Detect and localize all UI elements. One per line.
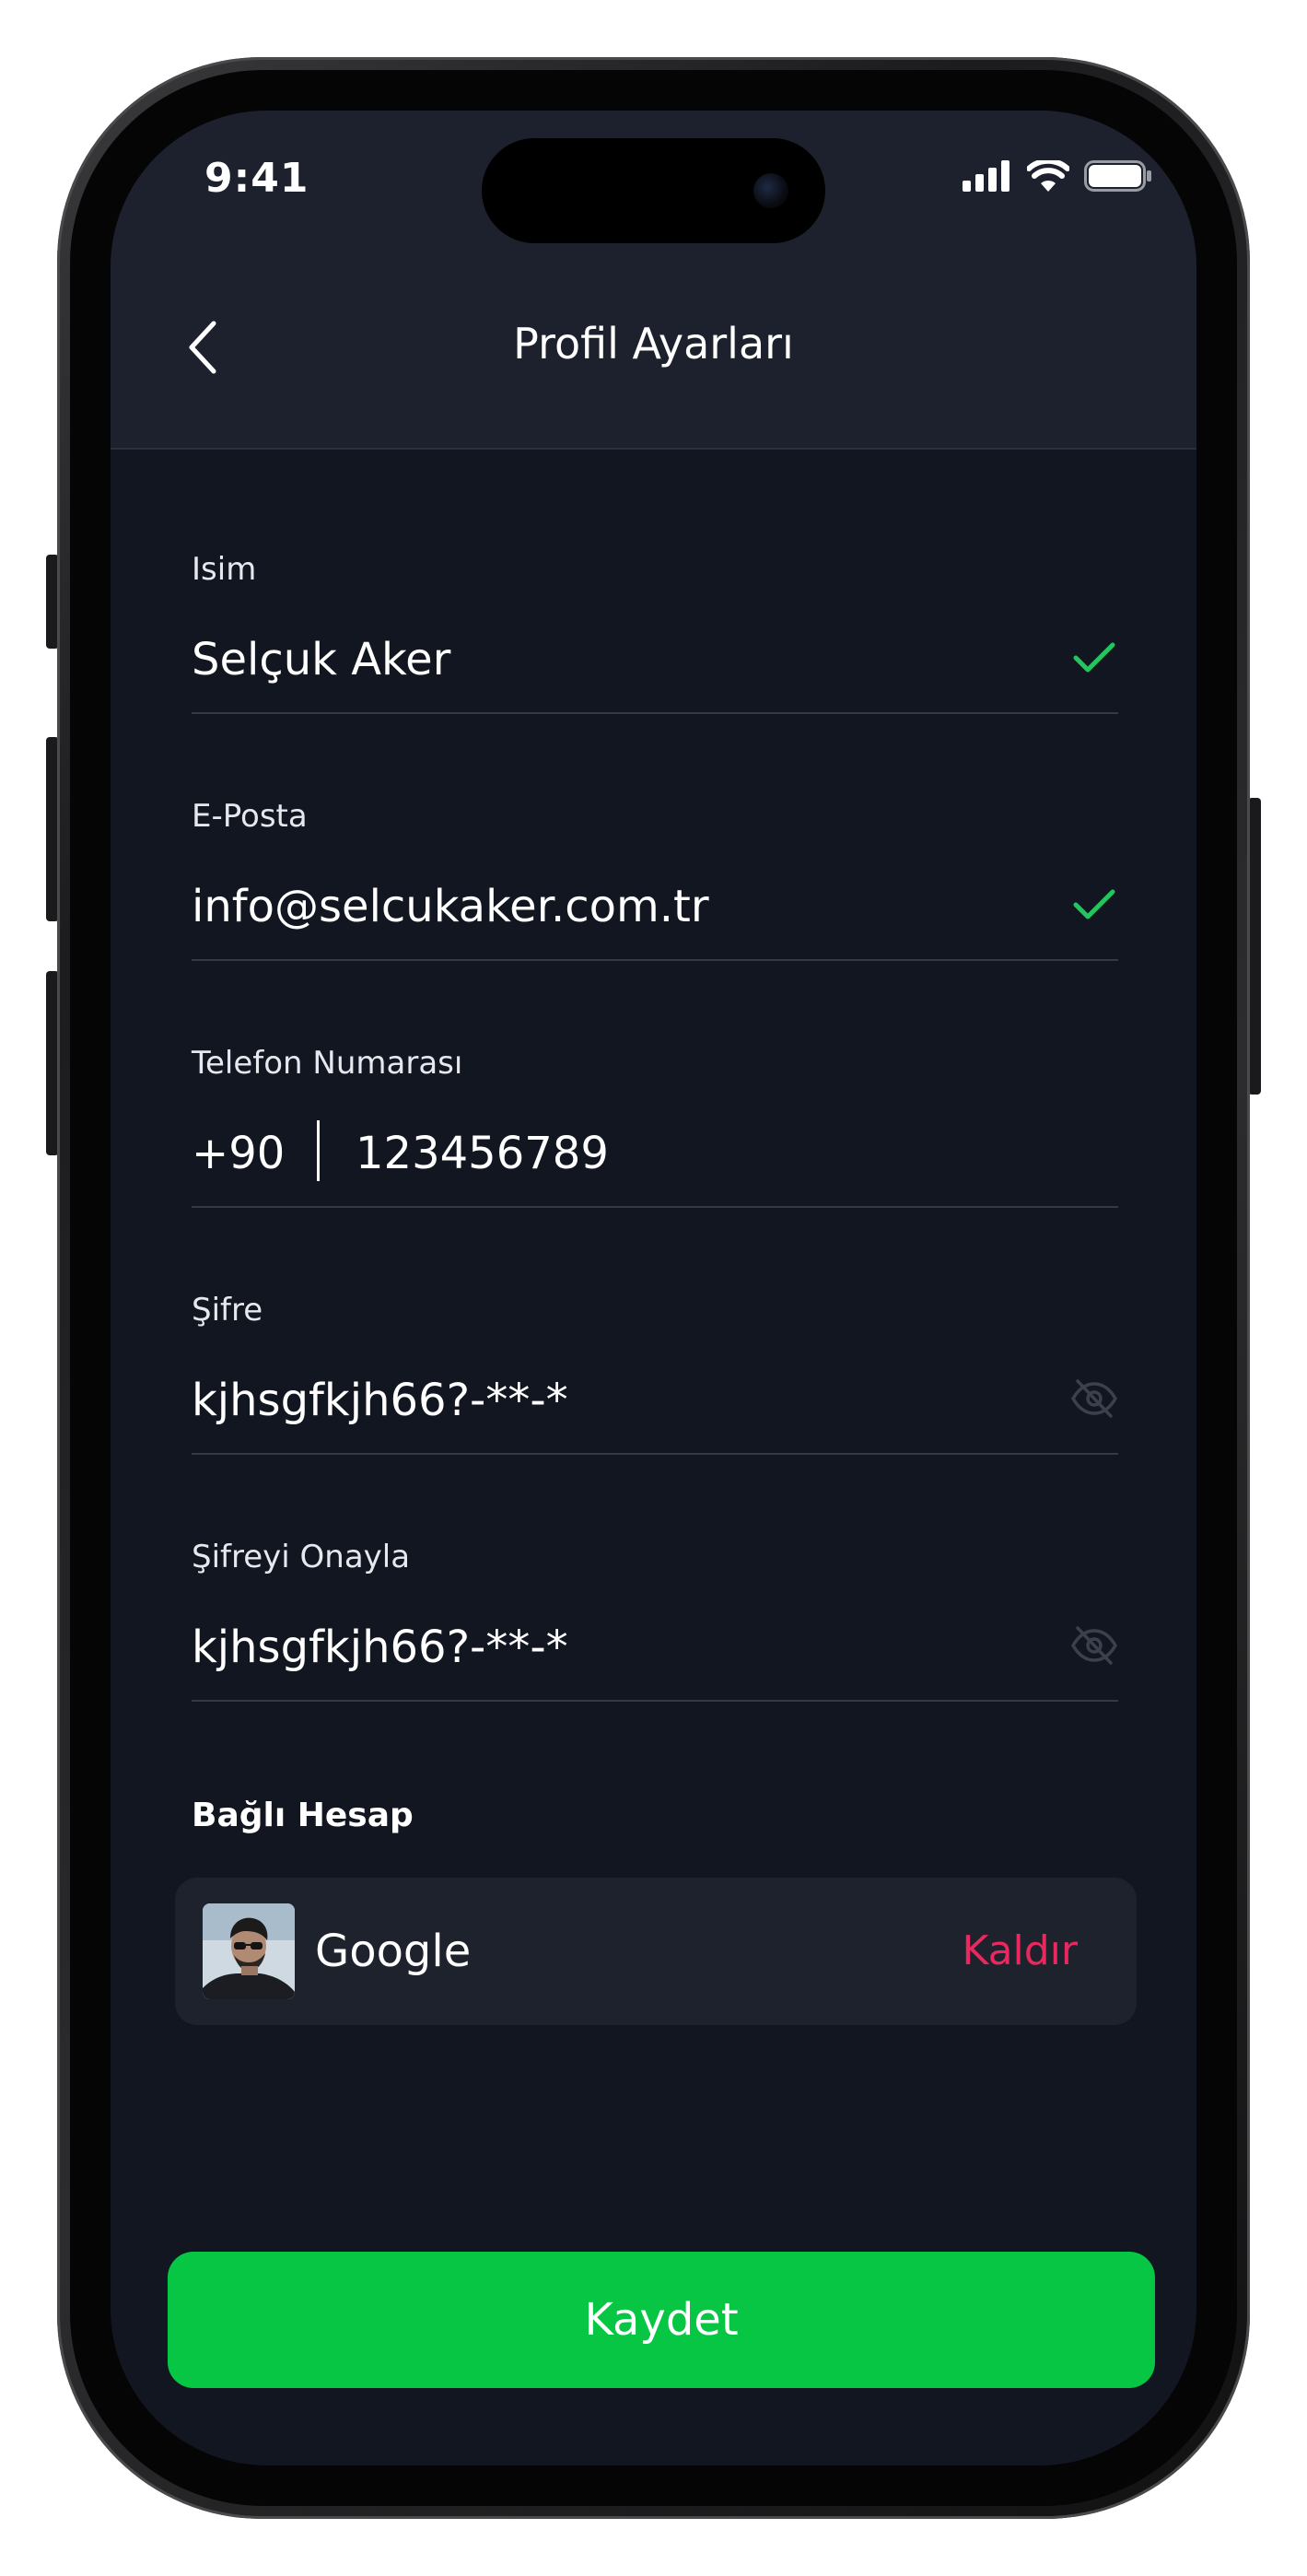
phone-label: Telefon Numarası: [192, 1045, 463, 1082]
power-button: [1248, 798, 1261, 1095]
email-label: E-Posta: [192, 798, 308, 835]
status-time: 9:41: [204, 155, 309, 202]
check-icon: [1073, 642, 1115, 673]
password-visibility-toggle[interactable]: [1070, 1375, 1118, 1423]
country-code-selector[interactable]: +90: [192, 1128, 285, 1179]
eye-off-icon: [1070, 1379, 1118, 1418]
dynamic-island: [482, 138, 825, 243]
avatar: [203, 1903, 295, 1999]
name-input[interactable]: [192, 634, 1021, 685]
email-field: E-Posta: [192, 798, 1118, 982]
cellular-signal-icon: [963, 160, 1009, 192]
email-underline: [192, 959, 1118, 961]
wifi-icon: [1027, 160, 1069, 192]
password-label: Şifre: [192, 1292, 263, 1329]
confirm-password-field: Şifreyi Onayla: [192, 1539, 1118, 1723]
linked-account-title: Bağlı Hesap: [192, 1797, 414, 1834]
phone-underline: [192, 1206, 1118, 1208]
battery-icon: [1084, 160, 1151, 192]
confirm-password-label: Şifreyi Onayla: [192, 1539, 411, 1575]
phone-field: Telefon Numarası +90 123456789: [192, 1045, 1118, 1229]
phone-divider: [317, 1120, 320, 1181]
password-underline: [192, 1453, 1118, 1455]
eye-off-icon: [1070, 1626, 1118, 1665]
check-icon: [1073, 889, 1115, 919]
linked-account-card: Google Kaldır: [175, 1878, 1137, 2025]
avatar-photo: [203, 1903, 295, 1999]
app-screen: 9:41 Profil Ayarları Isim Selçuk Aker E-…: [111, 111, 1196, 2465]
save-button[interactable]: Kaydet: [168, 2252, 1155, 2388]
confirm-password-underline: [192, 1700, 1118, 1702]
email-input[interactable]: [192, 881, 1021, 932]
email-valid-indicator: [1070, 881, 1118, 929]
name-label: Isim: [192, 551, 257, 588]
page-title: Profil Ayarları: [513, 319, 794, 369]
phone-number-input[interactable]: 123456789: [356, 1128, 609, 1179]
name-underline: [192, 712, 1118, 714]
header-bar: 9:41 Profil Ayarları: [111, 111, 1196, 450]
name-valid-indicator: [1070, 634, 1118, 682]
status-icons: [963, 160, 1152, 192]
linked-account-provider: Google: [315, 1926, 472, 1977]
password-input[interactable]: [192, 1375, 1021, 1426]
remove-account-button[interactable]: Kaldır: [962, 1927, 1078, 1974]
confirm-password-input[interactable]: [192, 1622, 1021, 1673]
confirm-password-visibility-toggle[interactable]: [1070, 1622, 1118, 1669]
front-camera-icon: [753, 173, 788, 208]
password-field: Şifre: [192, 1292, 1118, 1476]
name-field: Isim: [192, 551, 1118, 735]
